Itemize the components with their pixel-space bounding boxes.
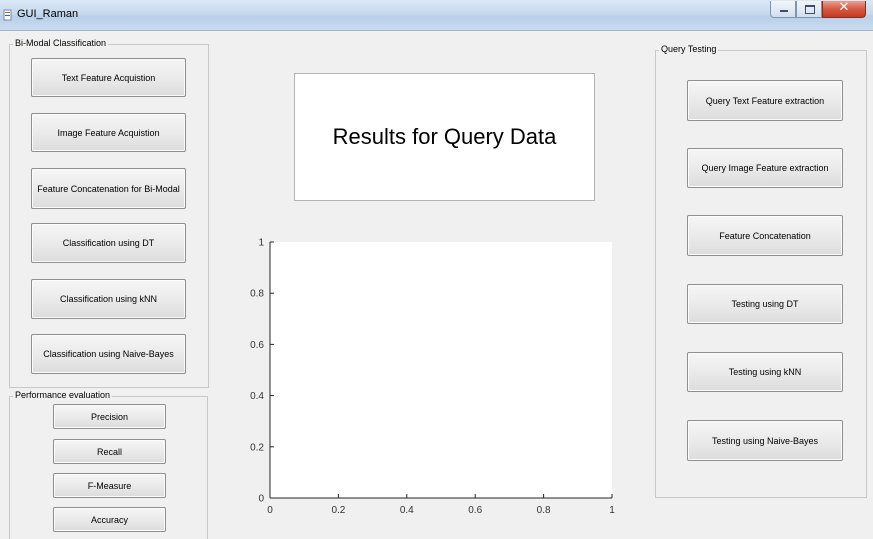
testing-knn-button[interactable]: Testing using kNN bbox=[687, 352, 843, 392]
window-title: GUI_Raman bbox=[17, 8, 79, 20]
text-feature-acquisition-button[interactable]: Text Feature Acquistion bbox=[31, 58, 186, 97]
x-tick-label: 0.4 bbox=[400, 505, 414, 516]
x-tick-label: 0.6 bbox=[468, 505, 482, 516]
plot-area bbox=[270, 242, 612, 498]
query-image-feature-extraction-button[interactable]: Query Image Feature extraction bbox=[687, 148, 843, 188]
minimize-button[interactable] bbox=[770, 1, 796, 18]
precision-button[interactable]: Precision bbox=[53, 404, 166, 429]
x-tick-label: 1 bbox=[609, 505, 615, 516]
y-tick-label: 0.8 bbox=[250, 289, 264, 300]
x-tick-label: 0 bbox=[267, 505, 273, 516]
results-label-text: Results for Query Data bbox=[332, 124, 557, 149]
image-feature-acquisition-button[interactable]: Image Feature Acquistion bbox=[31, 113, 186, 152]
classification-knn-button[interactable]: Classification using kNN bbox=[31, 279, 186, 319]
testing-naive-bayes-button[interactable]: Testing using Naive-Bayes bbox=[687, 420, 843, 461]
y-tick-label: 0.2 bbox=[250, 442, 264, 453]
y-tick-label: 0.6 bbox=[250, 340, 264, 351]
maximize-icon bbox=[805, 5, 815, 14]
window-controls: ✕ bbox=[770, 0, 866, 20]
y-tick-label: 0.4 bbox=[250, 391, 264, 402]
f-measure-button[interactable]: F-Measure bbox=[53, 473, 166, 498]
y-tick-label: 1 bbox=[258, 238, 264, 249]
app-icon bbox=[3, 9, 12, 21]
x-tick-label: 0.8 bbox=[537, 505, 551, 516]
feature-concatenation-bimodal-button[interactable]: Feature Concatenation for Bi-Modal bbox=[31, 168, 186, 209]
y-tick-label: 0 bbox=[258, 494, 264, 505]
performance-panel-title: Performance evaluation bbox=[13, 390, 113, 400]
results-label: Results for Query Data bbox=[294, 73, 595, 201]
window-title-bar: GUI_Raman ✕ bbox=[0, 0, 873, 31]
minimize-icon bbox=[780, 10, 788, 12]
results-axes[interactable]: 0 0.2 0.4 0.6 0.8 1 0 0.2 0.4 0.6 0.8 1 bbox=[230, 230, 630, 520]
recall-button[interactable]: Recall bbox=[53, 439, 166, 464]
classification-dt-button[interactable]: Classification using DT bbox=[31, 223, 186, 263]
testing-dt-button[interactable]: Testing using DT bbox=[687, 284, 843, 324]
accuracy-button[interactable]: Accuracy bbox=[53, 507, 166, 532]
x-tick-label: 0.2 bbox=[331, 505, 345, 516]
query-text-feature-extraction-button[interactable]: Query Text Feature extraction bbox=[687, 80, 843, 121]
feature-concatenation-button[interactable]: Feature Concatenation bbox=[687, 215, 843, 256]
classification-naive-bayes-button[interactable]: Classification using Naive-Bayes bbox=[31, 334, 186, 374]
bimodal-panel-title: Bi-Modal Classification bbox=[13, 38, 109, 48]
query-panel-title: Query Testing bbox=[659, 44, 719, 54]
maximize-button[interactable] bbox=[796, 1, 822, 18]
close-icon: ✕ bbox=[838, 0, 850, 15]
close-button[interactable]: ✕ bbox=[822, 0, 866, 18]
